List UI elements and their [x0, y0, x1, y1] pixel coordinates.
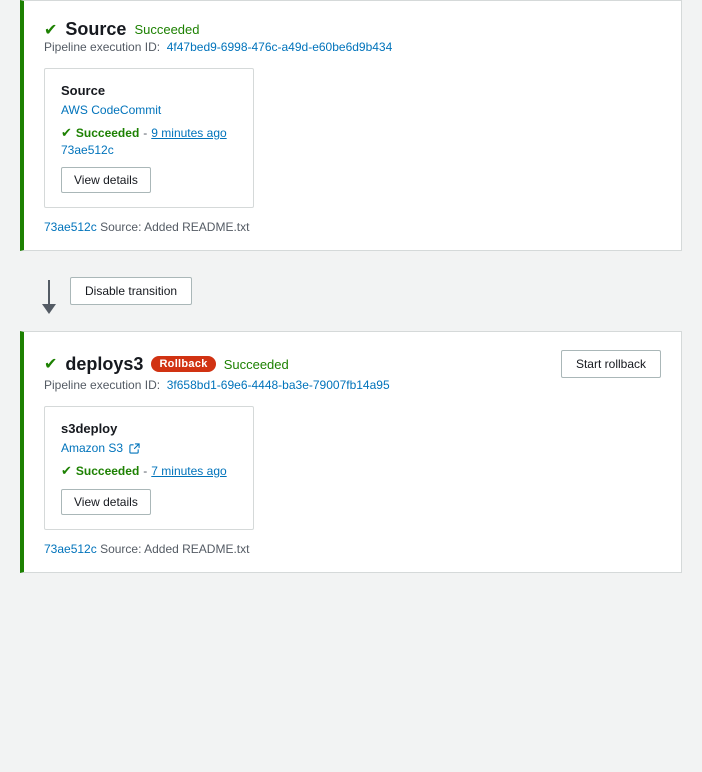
deploys3-action-check-icon: ✔ [61, 463, 72, 479]
deploys3-action-provider-link[interactable]: Amazon S3 [61, 441, 140, 455]
source-stage-title: Source [65, 19, 126, 40]
arrow-line [48, 280, 50, 304]
deploys3-action-title: s3deploy [61, 421, 237, 436]
deploys3-stage: ✔ deploys3 Rollback Succeeded Start roll… [20, 331, 682, 573]
source-stage: ✔ Source Succeeded Pipeline execution ID… [20, 0, 682, 251]
transition-area: Disable transition [0, 251, 702, 331]
deploys3-action-status-row: ✔ Succeeded - 7 minutes ago [61, 463, 237, 479]
deploys3-pipeline-exec: Pipeline execution ID: 3f658bd1-69e6-444… [44, 378, 661, 392]
deploys3-action-separator: - [143, 464, 147, 478]
source-action-status-row: ✔ Succeeded - 9 minutes ago [61, 125, 237, 141]
deploys3-exec-id-link[interactable]: 3f658bd1-69e6-4448-ba3e-79007fb14a95 [167, 378, 390, 392]
source-action-separator: - [143, 126, 147, 140]
deploys3-footer-commit-link[interactable]: 73ae512c [44, 542, 97, 556]
deploys3-footer-text: Source: Added README.txt [100, 542, 249, 556]
source-action-check-icon: ✔ [61, 125, 72, 141]
source-action-status-text: Succeeded [76, 126, 139, 140]
disable-transition-button[interactable]: Disable transition [70, 277, 192, 305]
deploys3-action-provider-text: Amazon S3 [61, 441, 123, 455]
source-footer-text: Source: Added README.txt [100, 220, 249, 234]
start-rollback-button[interactable]: Start rollback [561, 350, 661, 378]
source-action-time-link[interactable]: 9 minutes ago [151, 126, 226, 140]
arrow-head-icon [42, 304, 56, 314]
deploys3-action-status-text: Succeeded [76, 464, 139, 478]
source-action-card: Source AWS CodeCommit ✔ Succeeded - 9 mi… [44, 68, 254, 208]
rollback-badge: Rollback [151, 356, 215, 372]
source-pipeline-exec: Pipeline execution ID: 4f47bed9-6998-476… [44, 40, 661, 54]
source-action-commit-link[interactable]: 73ae512c [61, 143, 237, 157]
deploys3-stage-status: Succeeded [224, 357, 289, 372]
source-stage-status: Succeeded [134, 22, 199, 37]
external-link-icon [129, 443, 140, 454]
source-exec-id-link[interactable]: 4f47bed9-6998-476c-a49d-e60be6d9b434 [167, 40, 393, 54]
transition-row: Disable transition [42, 267, 192, 331]
deploys3-exec-label: Pipeline execution ID: [44, 378, 160, 392]
source-stage-footer: 73ae512c Source: Added README.txt [44, 220, 661, 234]
deploys3-header-row: ✔ deploys3 Rollback Succeeded Start roll… [44, 350, 661, 378]
source-stage-header: ✔ Source Succeeded [44, 19, 200, 40]
source-check-icon: ✔ [44, 20, 57, 40]
deploys3-check-icon: ✔ [44, 354, 57, 374]
deploys3-view-details-button[interactable]: View details [61, 489, 151, 515]
deploys3-action-card: s3deploy Amazon S3 ✔ Succeeded - 7 minut… [44, 406, 254, 530]
source-view-details-button[interactable]: View details [61, 167, 151, 193]
arrow-container [42, 280, 56, 314]
deploys3-action-time-link[interactable]: 7 minutes ago [151, 464, 226, 478]
deploys3-header-left: ✔ deploys3 Rollback Succeeded [44, 354, 289, 375]
deploys3-stage-footer: 73ae512c Source: Added README.txt [44, 542, 661, 556]
source-action-provider-link[interactable]: AWS CodeCommit [61, 103, 161, 117]
source-footer-commit-link[interactable]: 73ae512c [44, 220, 97, 234]
deploys3-stage-title: deploys3 [65, 354, 143, 375]
source-exec-label: Pipeline execution ID: [44, 40, 160, 54]
source-action-title: Source [61, 83, 237, 98]
